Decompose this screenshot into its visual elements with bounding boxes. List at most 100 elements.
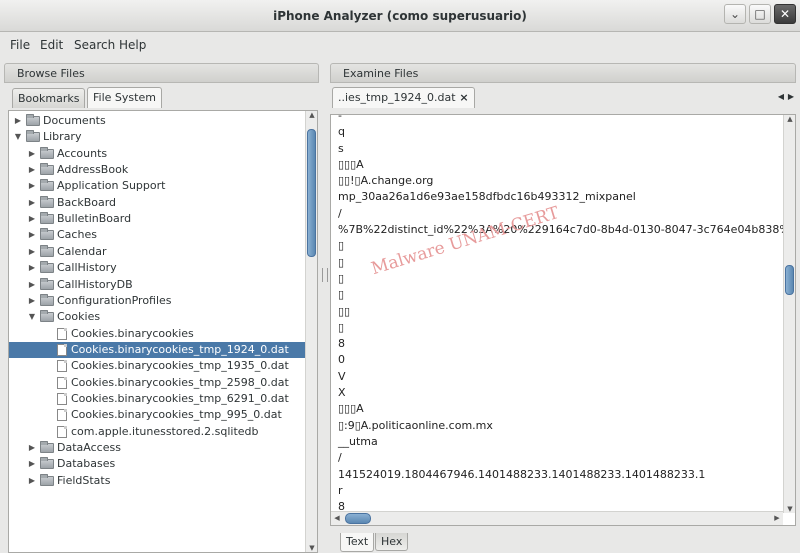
- tree-item-label: ConfigurationProfiles: [57, 293, 172, 307]
- tab-text-view[interactable]: Text: [340, 533, 375, 552]
- collapsed-arrow-icon[interactable]: ▶: [13, 113, 23, 129]
- folder-icon: [40, 244, 54, 257]
- collapsed-arrow-icon[interactable]: ▶: [27, 456, 37, 472]
- browse-tabs: Bookmarks File System: [4, 85, 319, 109]
- collapsed-arrow-icon[interactable]: ▶: [27, 211, 37, 227]
- file-icon: [57, 392, 67, 405]
- collapsed-arrow-icon[interactable]: ▶: [27, 244, 37, 260]
- tab-file-system[interactable]: File System: [87, 87, 162, 108]
- tree-folder[interactable]: ▶ FieldStats: [9, 473, 305, 489]
- file-content-text: - q s ▯▯▯A ▯▯!▯A.change.org mp_30aa26a1d6e93a…: [338, 115, 795, 525]
- tree-item-label: BulletinBoard: [57, 212, 132, 226]
- tree-scrollbar[interactable]: ▲ ▼: [305, 111, 317, 552]
- tree-item-label: Documents: [43, 114, 106, 127]
- tree-item-label: FieldStats: [57, 473, 111, 487]
- collapsed-arrow-icon[interactable]: ▶: [27, 440, 37, 456]
- content-line: 0: [338, 353, 345, 367]
- close-tab-icon[interactable]: ×: [459, 88, 468, 107]
- tree-file[interactable]: Cookies.binarycookies_tmp_1924_0.dat: [9, 341, 305, 358]
- content-scroll-up-icon[interactable]: ▲: [784, 115, 795, 123]
- tree-item-label: Cookies.binarycookies_tmp_2598_0.dat: [71, 375, 289, 389]
- tree-item-label: CallHistory: [57, 261, 117, 275]
- collapsed-arrow-icon[interactable]: ▶: [27, 162, 37, 178]
- collapsed-arrow-icon[interactable]: ▶: [27, 178, 37, 194]
- tree-folder[interactable]: ▶ CallHistory: [9, 260, 305, 276]
- minimize-button[interactable]: ⌄: [724, 4, 746, 24]
- content-scroll-right-icon[interactable]: ▶: [771, 514, 783, 522]
- folder-icon: [40, 457, 54, 470]
- tree-item-label: Databases: [57, 457, 116, 471]
- tree-folder[interactable]: ▶ CallHistoryDB: [9, 277, 305, 293]
- collapsed-arrow-icon[interactable]: ▶: [27, 293, 37, 309]
- content-line: V: [338, 369, 346, 383]
- tree-file[interactable]: Cookies.binarycookies_tmp_995_0.dat: [9, 407, 305, 423]
- tree-folder[interactable]: ▶ Calendar: [9, 244, 305, 260]
- tree-folder[interactable]: ▶ ConfigurationProfiles: [9, 293, 305, 309]
- tree-file[interactable]: com.apple.itunesstored.2.sqlitedb: [9, 424, 305, 440]
- content-scroll-left-icon[interactable]: ◀: [331, 514, 343, 522]
- tree-folder[interactable]: ▼ Cookies: [9, 309, 305, 325]
- content-hscroll-thumb[interactable]: [345, 513, 371, 524]
- tree-folder[interactable]: ▶ DataAccess: [9, 440, 305, 456]
- folder-icon: [40, 293, 54, 306]
- panel-splitter[interactable]: [320, 63, 329, 503]
- maximize-icon: □: [754, 7, 766, 21]
- tree-file[interactable]: Cookies.binarycookies_tmp_1935_0.dat: [9, 358, 305, 374]
- menu-help[interactable]: Help: [119, 38, 146, 52]
- collapsed-arrow-icon[interactable]: ▶: [27, 227, 37, 243]
- scroll-down-icon[interactable]: ▼: [306, 544, 317, 552]
- tab-bookmarks[interactable]: Bookmarks: [12, 88, 86, 108]
- menu-file[interactable]: File: [10, 38, 30, 52]
- menu-search[interactable]: Search: [74, 38, 115, 52]
- tree-item-label: CallHistoryDB: [57, 277, 133, 291]
- tree-folder[interactable]: ▶ BulletinBoard: [9, 211, 305, 227]
- tab-hex-view[interactable]: Hex: [375, 533, 409, 551]
- folder-icon: [40, 179, 54, 192]
- maximize-button[interactable]: □: [749, 4, 771, 24]
- content-line: ▯▯▯A: [338, 402, 364, 416]
- tree-file[interactable]: Cookies.binarycookies_tmp_6291_0.dat: [9, 391, 305, 407]
- close-button[interactable]: ✕: [774, 4, 796, 24]
- tree-item-label: BackBoard: [57, 195, 117, 209]
- expanded-arrow-icon[interactable]: ▼: [27, 309, 37, 325]
- folder-icon: [40, 261, 54, 274]
- collapsed-arrow-icon[interactable]: ▶: [27, 195, 37, 211]
- collapsed-arrow-icon[interactable]: ▶: [27, 277, 37, 293]
- tree-folder[interactable]: ▶ Documents: [9, 113, 305, 129]
- scroll-up-icon[interactable]: ▲: [306, 111, 317, 119]
- tree-item-label: Caches: [57, 228, 97, 242]
- tree-folder[interactable]: ▶ Application Support: [9, 178, 305, 194]
- tree-folder[interactable]: ▶ Caches: [9, 227, 305, 243]
- collapsed-arrow-icon[interactable]: ▶: [27, 473, 37, 489]
- tree-folder[interactable]: ▶ BackBoard: [9, 195, 305, 211]
- minimize-icon: ⌄: [729, 7, 741, 21]
- tree-scrollbar-thumb[interactable]: [307, 129, 316, 257]
- file-content-view[interactable]: - q s ▯▯▯A ▯▯!▯A.change.org mp_30aa26a1d6e93a…: [330, 114, 796, 526]
- tree-folder[interactable]: ▶ Databases: [9, 456, 305, 472]
- window-title: iPhone Analyzer (como superusuario): [273, 9, 527, 23]
- tree-file[interactable]: Cookies.binarycookies_tmp_2598_0.dat: [9, 375, 305, 391]
- collapsed-arrow-icon[interactable]: ▶: [27, 260, 37, 276]
- content-horizontal-scrollbar[interactable]: ◀ ▶: [331, 511, 783, 525]
- tab-open-file[interactable]: ..ies_tmp_1924_0.dat ×: [332, 87, 475, 108]
- folder-icon: [40, 277, 54, 290]
- tree-item-label: Cookies.binarycookies_tmp_1935_0.dat: [71, 359, 289, 373]
- expanded-arrow-icon[interactable]: ▼: [13, 129, 23, 145]
- content-scroll-down-icon[interactable]: ▼: [784, 505, 795, 513]
- tree-file[interactable]: Cookies.binarycookies: [9, 326, 305, 342]
- menu-edit[interactable]: Edit: [40, 38, 63, 52]
- content-vscroll-thumb[interactable]: [785, 265, 794, 295]
- folder-icon: [40, 146, 54, 159]
- folder-icon: [26, 114, 40, 126]
- tab-scroll-right-icon[interactable]: ▶: [788, 92, 794, 101]
- content-line: ▯: [338, 271, 345, 285]
- tab-scroll-left-icon[interactable]: ◀: [778, 92, 784, 101]
- collapsed-arrow-icon[interactable]: ▶: [27, 146, 37, 162]
- content-line: mp_30aa26a1d6e93ae158dfbdc16b493312_mixp…: [338, 190, 636, 204]
- tree-folder[interactable]: ▶ AddressBook: [9, 162, 305, 178]
- content-vertical-scrollbar[interactable]: ▲ ▼: [783, 115, 795, 513]
- tree-folder[interactable]: ▼ Library: [9, 129, 305, 145]
- folder-icon: [40, 310, 54, 323]
- tree-folder[interactable]: ▶ Accounts: [9, 146, 305, 162]
- content-line: 141524019.1804467946.1401488233.14014882…: [338, 467, 706, 481]
